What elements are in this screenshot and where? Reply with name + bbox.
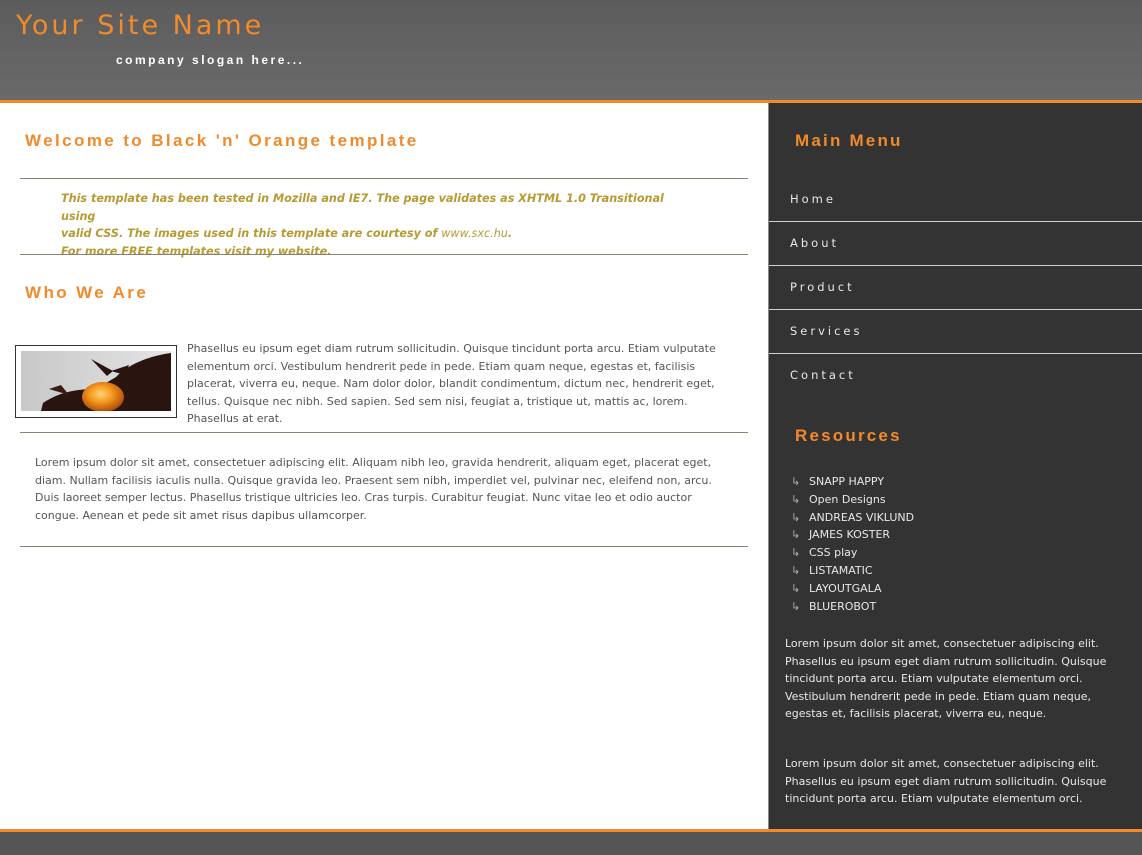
arrow-hook-icon: ↳	[791, 510, 801, 524]
site-header: Your Site Name company slogan here...	[0, 0, 1142, 103]
intro-text: This template has been tested in Mozilla…	[61, 192, 664, 258]
resource-link[interactable]: SNAPP HAPPY	[809, 475, 884, 488]
list-item: ↳ ANDREAS VIKLUND	[791, 509, 914, 527]
arrow-hook-icon: ↳	[791, 581, 801, 595]
who-we-are-text: Phasellus eu ipsum eget diam rutrum soll…	[187, 342, 716, 426]
resource-link[interactable]: Open Designs	[809, 493, 886, 506]
hand-egg-photo	[21, 351, 171, 411]
arrow-hook-icon: ↳	[791, 599, 801, 613]
list-item: ↳ Open Designs	[791, 491, 914, 509]
main-menu-heading: Main Menu	[795, 131, 903, 150]
list-item: ↳ JAMES KOSTER	[791, 526, 914, 544]
site-slogan: company slogan here...	[116, 53, 305, 67]
divider	[20, 178, 748, 179]
list-item: ↳ CSS play	[791, 544, 914, 562]
resource-link[interactable]: BLUEROBOT	[809, 600, 876, 613]
who-we-are-image	[15, 345, 177, 418]
menu-item-contact[interactable]: Contact	[769, 354, 1142, 398]
resource-link[interactable]: JAMES KOSTER	[809, 528, 890, 541]
arrow-hook-icon: ↳	[791, 563, 801, 577]
menu-item-home[interactable]: Home	[769, 178, 1142, 222]
divider	[20, 254, 748, 255]
resource-link[interactable]: ANDREAS VIKLUND	[809, 511, 914, 524]
resource-link[interactable]: LISTAMATIC	[809, 564, 873, 577]
arrow-hook-icon: ↳	[791, 546, 801, 560]
divider	[20, 432, 748, 433]
menu-item-about[interactable]: About	[769, 222, 1142, 266]
sxc-link[interactable]: www.sxc.hu	[441, 227, 508, 240]
list-item: ↳ SNAPP HAPPY	[791, 473, 914, 491]
resource-link[interactable]: CSS play	[809, 546, 857, 559]
list-item: ↳ LISTAMATIC	[791, 562, 914, 580]
main-menu: Home About Product Services Contact	[769, 178, 1142, 398]
site-name[interactable]: Your Site Name	[16, 10, 264, 41]
arrow-hook-icon: ↳	[791, 492, 801, 506]
who-we-are-heading: Who We Are	[25, 283, 149, 302]
arrow-hook-icon: ↳	[791, 475, 801, 488]
main-content: Welcome to Black 'n' Orange template Thi…	[0, 103, 768, 829]
list-item: ↳ BLUEROBOT	[791, 598, 914, 616]
sidebar: Main Menu Home About Product Services Co…	[768, 103, 1142, 829]
resources-list: ↳ SNAPP HAPPY ↳ Open Designs ↳ ANDREAS VIKL…	[791, 473, 914, 615]
sidebar-text-2: Lorem ipsum dolor sit amet, consectetuer…	[785, 757, 1107, 806]
list-item: ↳ LAYOUTGALA	[791, 580, 914, 598]
intro-line-1: This template has been tested in Mozilla…	[61, 192, 664, 223]
site-footer	[0, 829, 1142, 855]
sidebar-text-1: Lorem ipsum dolor sit amet, consectetuer…	[785, 637, 1107, 721]
menu-item-product[interactable]: Product	[769, 266, 1142, 310]
resource-link[interactable]: LAYOUTGALA	[809, 582, 882, 595]
lorem-paragraph: Lorem ipsum dolor sit amet, consectetuer…	[35, 456, 712, 522]
intro-line-2: valid CSS. The images used in this templ…	[61, 227, 442, 240]
arrow-hook-icon: ↳	[791, 528, 801, 542]
divider	[20, 546, 748, 547]
intro-line-3: For more FREE templates visit my website…	[61, 244, 332, 258]
welcome-heading: Welcome to Black 'n' Orange template	[25, 131, 419, 150]
menu-item-services[interactable]: Services	[769, 310, 1142, 354]
resources-heading: Resources	[795, 426, 902, 445]
